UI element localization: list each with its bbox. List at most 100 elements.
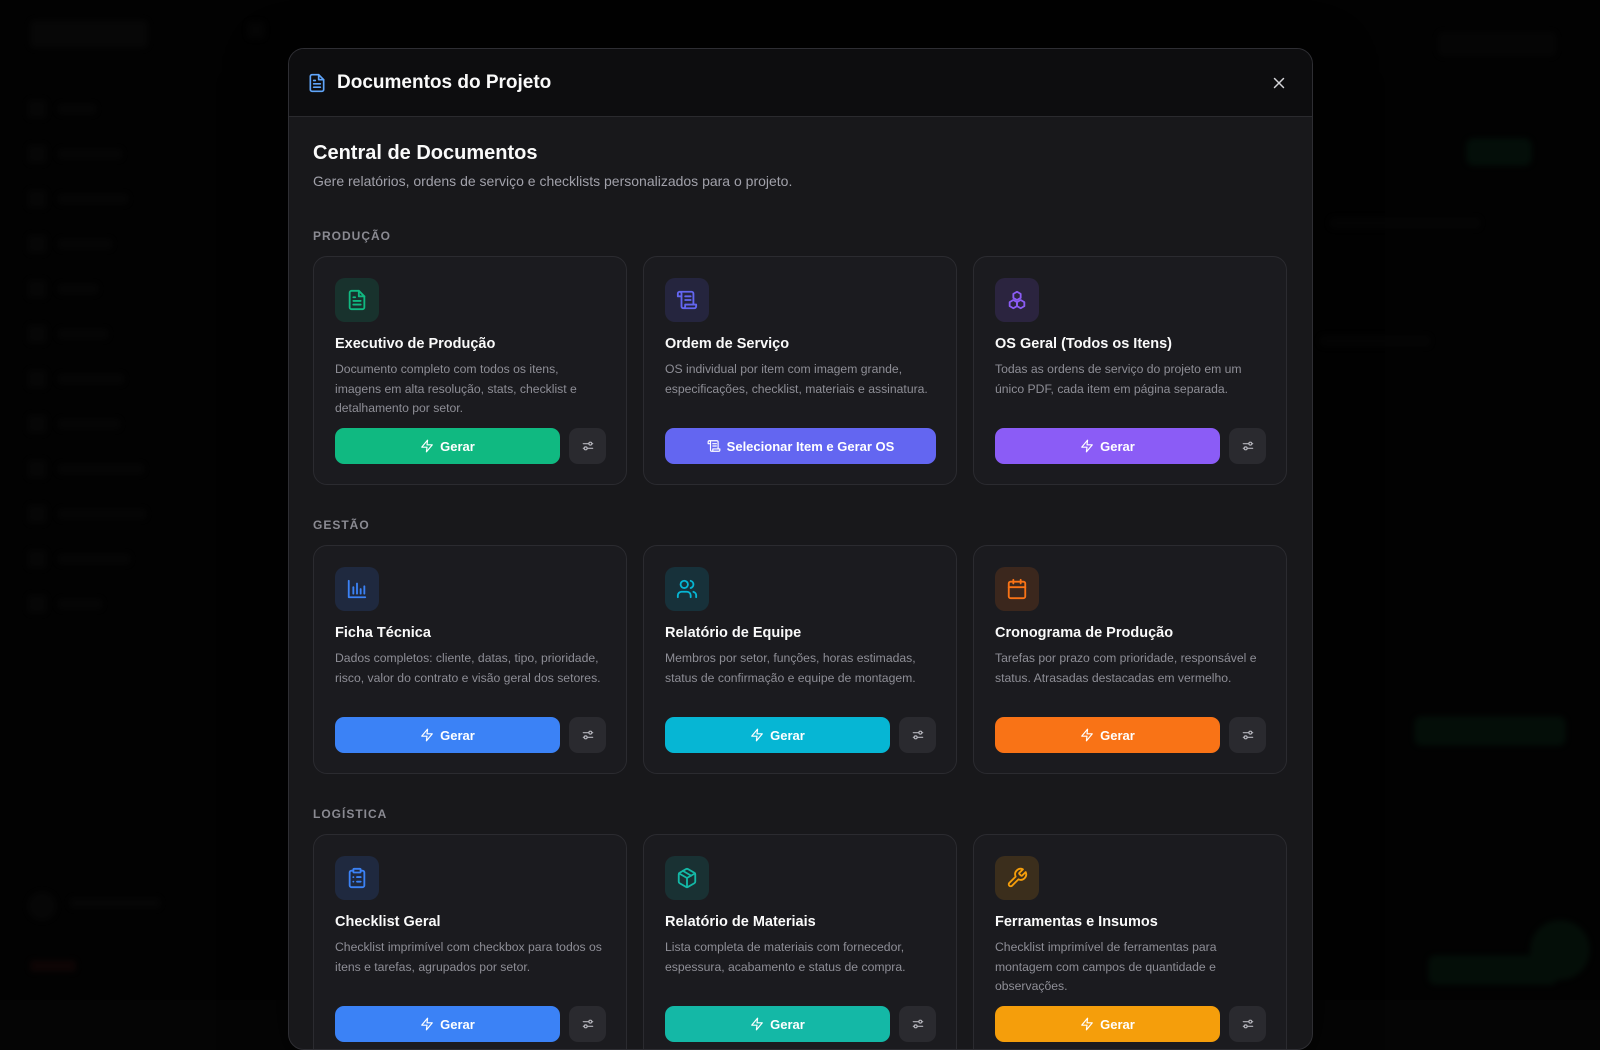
configure-button[interactable] xyxy=(1229,428,1266,464)
configure-button[interactable] xyxy=(569,1006,606,1042)
zap-icon xyxy=(1080,439,1094,453)
section: LOGÍSTICA Checklist Geral Checklist imprim… xyxy=(313,807,1288,1049)
sliders-icon xyxy=(581,1017,595,1031)
card-description: OS individual por item com imagem grande… xyxy=(665,362,928,396)
card-actions: Gerar xyxy=(665,717,936,753)
card-description: Lista completa de materiais com forneced… xyxy=(665,940,906,974)
document-sections: PRODUÇÃO Executivo de Produção Documento c… xyxy=(313,229,1288,1049)
configure-button[interactable] xyxy=(569,428,606,464)
generate-button[interactable]: Gerar xyxy=(335,428,560,464)
document-card: Relatório de Equipe Membros por setor, fu… xyxy=(643,545,957,774)
wrench-icon xyxy=(995,856,1039,900)
card-description: Dados completos: cliente, datas, tipo, p… xyxy=(335,651,601,685)
card-description: Checklist imprimível de ferramentas para… xyxy=(995,940,1217,993)
card-description: Tarefas por prazo com prioridade, respon… xyxy=(995,651,1257,685)
card-description: Membros por setor, funções, horas estima… xyxy=(665,651,916,685)
section-label: PRODUÇÃO xyxy=(313,229,392,243)
users-icon xyxy=(665,567,709,611)
generate-button[interactable]: Gerar xyxy=(995,1006,1220,1042)
sliders-icon xyxy=(581,439,595,453)
zap-icon xyxy=(750,1017,764,1031)
bar-chart-icon xyxy=(335,567,379,611)
generate-button[interactable]: Gerar xyxy=(995,717,1220,753)
button-label: Gerar xyxy=(440,1016,475,1032)
card-title: Relatório de Materiais xyxy=(665,914,816,930)
card-title: OS Geral (Todos os Itens) xyxy=(995,336,1172,352)
page-subtitle: Gere relatórios, ordens de serviço e che… xyxy=(313,173,793,189)
sliders-icon xyxy=(1241,1017,1255,1031)
button-label: Selecionar Item e Gerar OS xyxy=(726,438,895,454)
document-card: Cronograma de Produção Tarefas por prazo … xyxy=(973,545,1287,774)
card-actions: Gerar xyxy=(995,717,1266,753)
generate-button[interactable]: Gerar xyxy=(335,717,560,753)
card-title: Cronograma de Produção xyxy=(995,625,1174,641)
generate-button[interactable]: Gerar xyxy=(335,1006,560,1042)
document-card: Checklist Geral Checklist imprimível com … xyxy=(313,834,627,1049)
card-actions: Gerar xyxy=(335,1006,606,1042)
button-label: Gerar xyxy=(770,1016,805,1032)
cards-grid: Executivo de Produção Documento completo … xyxy=(313,256,1288,485)
configure-button[interactable] xyxy=(899,717,936,753)
configure-button[interactable] xyxy=(1229,1006,1266,1042)
sliders-icon xyxy=(581,728,595,742)
configure-button[interactable] xyxy=(569,717,606,753)
button-label: Gerar xyxy=(1100,727,1135,743)
document-card: Relatório de Materiais Lista completa de … xyxy=(643,834,957,1049)
modal-body: Central de Documentos Gere relatórios, o… xyxy=(289,117,1312,1049)
close-button[interactable] xyxy=(1266,70,1292,96)
generate-button[interactable]: Gerar xyxy=(995,428,1220,464)
zap-icon xyxy=(420,728,434,742)
scroll-icon xyxy=(707,439,721,453)
card-title: Executivo de Produção xyxy=(335,336,496,352)
section: PRODUÇÃO Executivo de Produção Documento c… xyxy=(313,229,1288,485)
card-actions: Gerar xyxy=(335,428,606,464)
section-label: LOGÍSTICA xyxy=(313,807,388,821)
card-actions: Gerar xyxy=(995,428,1266,464)
card-description: Checklist imprimível com checkbox para t… xyxy=(335,940,602,974)
sliders-icon xyxy=(911,728,925,742)
card-description: Todas as ordens de serviço do projeto em… xyxy=(995,362,1242,396)
sliders-icon xyxy=(1241,439,1255,453)
card-actions: Gerar xyxy=(665,1006,936,1042)
scroll-icon xyxy=(665,278,709,322)
select-item-generate-button[interactable]: Selecionar Item e Gerar OS xyxy=(665,428,936,464)
sliders-icon xyxy=(1241,728,1255,742)
generate-button[interactable]: Gerar xyxy=(665,717,890,753)
modal-title: Documentos do Projeto xyxy=(337,71,552,93)
zap-icon xyxy=(1080,728,1094,742)
card-title: Ficha Técnica xyxy=(335,625,431,641)
section: GESTÃO Ficha Técnica Dados completos: clie… xyxy=(313,518,1288,774)
close-icon xyxy=(1273,77,1285,88)
configure-button[interactable] xyxy=(1229,717,1266,753)
card-title: Relatório de Equipe xyxy=(665,625,802,641)
cards-grid: Ficha Técnica Dados completos: cliente, d… xyxy=(313,545,1288,774)
clipboard-list-icon xyxy=(335,856,379,900)
button-label: Gerar xyxy=(440,727,475,743)
sliders-icon xyxy=(911,1017,925,1031)
card-title: Ferramentas e Insumos xyxy=(995,914,1158,930)
document-card: Ficha Técnica Dados completos: cliente, d… xyxy=(313,545,627,774)
section-label: GESTÃO xyxy=(313,518,370,532)
button-label: Gerar xyxy=(1100,438,1135,454)
card-description: Documento completo com todos os itens, i… xyxy=(335,362,577,415)
modal-header: Documentos do Projeto xyxy=(289,49,1312,117)
card-actions: Gerar xyxy=(995,1006,1266,1042)
zap-icon xyxy=(1080,1017,1094,1031)
button-label: Gerar xyxy=(770,727,805,743)
documents-modal: Documentos do Projeto Central de Documen… xyxy=(288,48,1313,1050)
calendar-icon xyxy=(995,567,1039,611)
cards-grid: Checklist Geral Checklist imprimível com … xyxy=(313,834,1288,1049)
card-title: Checklist Geral xyxy=(335,914,441,930)
card-title: Ordem de Serviço xyxy=(665,336,790,352)
page-title: Central de Documentos xyxy=(313,142,538,164)
document-card: Ferramentas e Insumos Checklist imprimíve… xyxy=(973,834,1287,1049)
button-label: Gerar xyxy=(440,438,475,454)
zap-icon xyxy=(750,728,764,742)
configure-button[interactable] xyxy=(899,1006,936,1042)
file-text-icon xyxy=(335,278,379,322)
card-actions: Gerar xyxy=(335,717,606,753)
document-card: OS Geral (Todos os Itens) Todas as ordens… xyxy=(973,256,1287,485)
generate-button[interactable]: Gerar xyxy=(665,1006,890,1042)
document-card: Ordem de Serviço OS individual por item c… xyxy=(643,256,957,485)
package-icon xyxy=(665,856,709,900)
